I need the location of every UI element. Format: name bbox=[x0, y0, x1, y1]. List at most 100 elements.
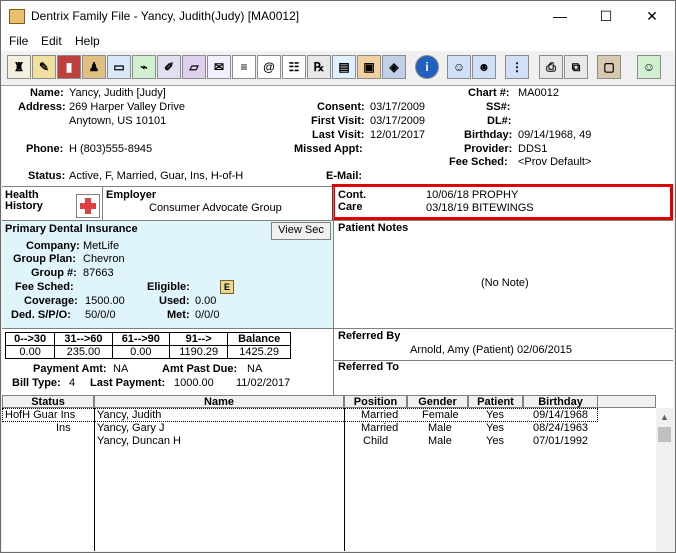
chart-value: MA0012 bbox=[518, 87, 559, 99]
stamp-icon[interactable]: ▣ bbox=[357, 55, 381, 79]
close-button[interactable]: ✕ bbox=[629, 1, 675, 31]
employer-value: Consumer Advocate Group bbox=[149, 202, 282, 214]
coverage-value: 1500.00 bbox=[85, 295, 125, 307]
box-icon[interactable]: ◈ bbox=[382, 55, 406, 79]
list-icon[interactable]: ☷ bbox=[282, 55, 306, 79]
medical-alert-button[interactable] bbox=[76, 194, 100, 218]
referred-to-title: Referred To bbox=[338, 361, 399, 373]
minimize-button[interactable]: — bbox=[537, 1, 583, 31]
patient-notes-panel[interactable]: Patient Notes (No Note) bbox=[334, 221, 673, 329]
person-icon[interactable]: ☺ bbox=[637, 55, 661, 79]
photo-icon[interactable]: ▢ bbox=[597, 55, 621, 79]
card-icon[interactable]: ▭ bbox=[107, 55, 131, 79]
rx-icon[interactable]: ℞ bbox=[307, 55, 331, 79]
last-visit-value: 12/01/2017 bbox=[370, 129, 426, 141]
document-lines-icon[interactable]: ≡ bbox=[232, 55, 256, 79]
past-due-value: NA bbox=[247, 363, 263, 375]
aging-value: 1425.29 bbox=[227, 345, 291, 359]
aging-header: 31-->60 bbox=[54, 332, 113, 346]
scroll-thumb[interactable] bbox=[658, 427, 671, 442]
table-row-selected[interactable] bbox=[2, 408, 598, 422]
eligibility-icon[interactable]: E bbox=[220, 280, 234, 294]
medical-cross-icon bbox=[80, 198, 96, 214]
eraser-icon[interactable]: ▱ bbox=[182, 55, 206, 79]
hygiene-icon[interactable]: ⌁ bbox=[132, 55, 156, 79]
col-header-status[interactable]: Status bbox=[2, 395, 94, 408]
view-sec-button[interactable]: View Sec bbox=[271, 222, 331, 240]
dl-label: DL#: bbox=[487, 115, 512, 127]
row2-birthday: 08/24/1963 bbox=[533, 422, 589, 434]
deductible-label: Ded. S/P/O: bbox=[11, 309, 71, 321]
copy-icon[interactable]: ⧉ bbox=[564, 55, 588, 79]
col-header-birthday[interactable]: Birthday bbox=[523, 395, 598, 408]
met-label: Met: bbox=[167, 309, 190, 321]
scroll-up-icon[interactable]: ▲ bbox=[660, 412, 669, 422]
vertical-scrollbar[interactable]: ▲ bbox=[656, 408, 673, 551]
chair-icon[interactable]: ♟ bbox=[82, 55, 106, 79]
row3-name[interactable]: Yancy, Duncan H bbox=[97, 435, 181, 447]
insurance-panel[interactable]: Primary Dental Insurance View Sec Compan… bbox=[2, 221, 333, 329]
tree-icon[interactable]: ⋮ bbox=[505, 55, 529, 79]
ss-label: SS#: bbox=[486, 101, 511, 113]
maximize-button[interactable]: ☐ bbox=[583, 1, 629, 31]
row2-gender: Male bbox=[428, 422, 452, 434]
document-icon[interactable]: ▤ bbox=[332, 55, 356, 79]
row2-position: Married bbox=[361, 422, 399, 434]
phone-label: Phone: bbox=[26, 143, 64, 155]
last-visit-label: Last Visit: bbox=[312, 129, 365, 141]
info-icon[interactable]: i bbox=[415, 55, 439, 79]
patient-info-panel[interactable]: Name: Yancy, Judith [Judy] Address: 269 … bbox=[2, 86, 673, 187]
col-header-gender[interactable]: Gender bbox=[407, 395, 468, 408]
row1-patient: Yes bbox=[486, 409, 504, 421]
health-employer-panel: Health History Employer Consumer Advocat… bbox=[2, 187, 333, 221]
first-visit-value: 03/17/2009 bbox=[370, 115, 426, 127]
bill-type-label: Bill Type: bbox=[12, 377, 61, 389]
deductible-value: 50/0/0 bbox=[85, 309, 116, 321]
letter-icon[interactable]: ✉ bbox=[207, 55, 231, 79]
toolbar: ♜ ✎ ▮ ♟ ▭ ⌁ ✐ ▱ ✉ ≡ @ ☷ ℞ ▤ ▣ ◈ i ☺ ☻ ⋮ … bbox=[1, 51, 675, 86]
row1-status: HofH Guar Ins bbox=[5, 409, 76, 421]
family-add-icon[interactable]: ☺ bbox=[447, 55, 471, 79]
eligible-label: Eligible: bbox=[147, 281, 190, 293]
row3-gender: Male bbox=[428, 435, 452, 447]
menu-edit[interactable]: Edit bbox=[41, 34, 62, 48]
phone-value: H (803)555-8945 bbox=[69, 143, 153, 155]
menu-help[interactable]: Help bbox=[75, 34, 100, 48]
referred-by-panel[interactable]: Referred By Arnold, Amy (Patient) 02/06/… bbox=[334, 329, 673, 361]
provider-value: DDS1 bbox=[518, 143, 548, 155]
referred-to-panel[interactable]: Referred To bbox=[334, 361, 673, 396]
email-icon[interactable]: @ bbox=[257, 55, 281, 79]
row3-position: Child bbox=[363, 435, 389, 447]
tooth-icon[interactable]: ♜ bbox=[7, 55, 31, 79]
bill-type-value: 4 bbox=[69, 377, 76, 389]
book-icon[interactable]: ▮ bbox=[57, 55, 81, 79]
ins-fee-sched-label: Fee Sched: bbox=[15, 281, 74, 293]
row1-name[interactable]: Yancy, Judith bbox=[97, 409, 161, 421]
referred-by-title: Referred By bbox=[338, 330, 401, 342]
aging-value: 0.00 bbox=[111, 345, 171, 359]
menu-file[interactable]: File bbox=[9, 34, 28, 48]
col-header-patient[interactable]: Patient bbox=[468, 395, 523, 408]
coverage-label: Coverage: bbox=[24, 295, 78, 307]
account-balance-panel[interactable]: 0-->30 31-->60 61-->90 91--> Balance 0.0… bbox=[2, 329, 333, 396]
group-plan-value: Chevron bbox=[83, 253, 125, 265]
highlight-box bbox=[332, 184, 673, 220]
group-number-value: 87663 bbox=[83, 267, 114, 279]
aging-value: 1190.29 bbox=[168, 345, 229, 359]
family-icon[interactable]: ☻ bbox=[472, 55, 496, 79]
aging-header: 61-->90 bbox=[111, 332, 171, 346]
aging-header: 0-->30 bbox=[4, 332, 56, 346]
printer-icon[interactable]: ⎙ bbox=[539, 55, 563, 79]
aging-value: 235.00 bbox=[54, 345, 113, 359]
col-header-name[interactable]: Name bbox=[94, 395, 344, 408]
payment-amt-label: Payment Amt: bbox=[33, 363, 107, 375]
company-value: MetLife bbox=[83, 240, 120, 252]
col-header-position[interactable]: Position bbox=[344, 395, 407, 408]
address-line2: Anytown, US 10101 bbox=[69, 115, 167, 127]
company-label: Company: bbox=[26, 240, 80, 252]
notes-icon[interactable]: ✎ bbox=[32, 55, 56, 79]
payment-amt-value: NA bbox=[113, 363, 129, 375]
missed-appt-label: Missed Appt: bbox=[294, 143, 363, 155]
row2-name[interactable]: Yancy, Gary J bbox=[97, 422, 164, 434]
pen-icon[interactable]: ✐ bbox=[157, 55, 181, 79]
